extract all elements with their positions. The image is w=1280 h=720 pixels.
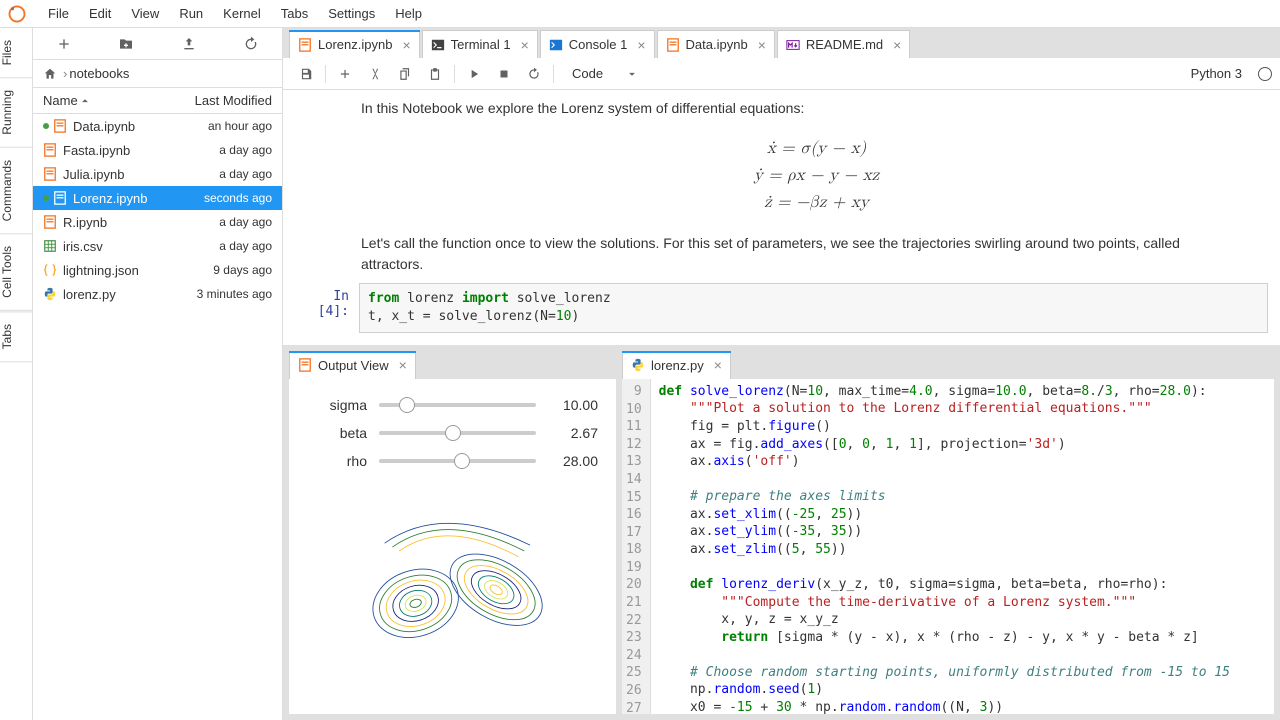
restart-icon[interactable] (527, 67, 541, 81)
output-view-panel: Output View × sigma 10.00 beta 2.67 (289, 351, 616, 714)
kernel-name[interactable]: Python 3 (1191, 66, 1242, 81)
tab-terminal-1[interactable]: Terminal 1× (422, 30, 538, 58)
slider-thumb[interactable] (399, 397, 415, 413)
slider-beta-track[interactable] (379, 431, 536, 435)
code-cell[interactable]: In [4]: from lorenz import solve_lorenzt… (295, 283, 1268, 333)
add-cell-icon[interactable] (338, 67, 352, 81)
file-list: Data.ipynban hour agoFasta.ipynba day ag… (33, 114, 282, 720)
file-row[interactable]: Lorenz.ipynbseconds ago (33, 186, 282, 210)
editor-panel: lorenz.py × 9101112131415161718192021222… (622, 351, 1274, 714)
sidebar-tab-celltools[interactable]: Cell Tools (0, 234, 32, 311)
sort-asc-icon (78, 94, 92, 108)
upload-icon[interactable] (181, 36, 197, 52)
breadcrumb[interactable]: › notebooks (33, 60, 282, 88)
tab-lorenz-ipynb[interactable]: Lorenz.ipynb× (289, 30, 420, 58)
code-input[interactable]: from lorenz import solve_lorenzt, x_t = … (359, 283, 1268, 333)
close-icon[interactable]: × (714, 357, 722, 373)
close-icon[interactable]: × (893, 37, 901, 53)
code-content[interactable]: def solve_lorenz(N=10, max_time=4.0, sig… (651, 379, 1274, 714)
file-row[interactable]: Fasta.ipynba day ago (33, 138, 282, 162)
menu-edit[interactable]: Edit (79, 0, 121, 27)
menu-bar: File Edit View Run Kernel Tabs Settings … (0, 0, 1280, 28)
tab-readme-md[interactable]: README.md× (777, 30, 910, 58)
close-icon[interactable]: × (402, 37, 410, 53)
refresh-icon[interactable] (243, 36, 259, 52)
python-icon (631, 358, 645, 372)
modified-column-header[interactable]: Last Modified (195, 93, 272, 108)
left-sidebar: Files Running Commands Cell Tools Tabs (0, 28, 33, 720)
run-icon[interactable] (467, 67, 481, 81)
file-row[interactable]: lorenz.py3 minutes ago (33, 282, 282, 306)
slider-beta: beta 2.67 (307, 425, 598, 441)
sidebar-tab-files[interactable]: Files (0, 28, 32, 78)
chevron-down-icon (625, 67, 639, 81)
breadcrumb-folder[interactable]: notebooks (69, 66, 129, 81)
notebook-toolbar: Code Python 3 (283, 58, 1280, 90)
copy-icon[interactable] (398, 67, 412, 81)
tab-lorenz-py[interactable]: lorenz.py × (622, 351, 731, 379)
close-icon[interactable]: × (399, 357, 407, 373)
name-column-header[interactable]: Name (43, 93, 92, 108)
slider-thumb[interactable] (454, 453, 470, 469)
slider-sigma-track[interactable] (379, 403, 536, 407)
close-icon[interactable]: × (637, 37, 645, 53)
menu-tabs[interactable]: Tabs (271, 0, 318, 27)
line-gutter: 910111213141516171819202122232425262728 (622, 379, 651, 714)
notebook-body: In this Notebook we explore the Lorenz s… (283, 90, 1280, 345)
menu-kernel[interactable]: Kernel (213, 0, 271, 27)
file-list-header: Name Last Modified (33, 88, 282, 114)
slider-sigma: sigma 10.00 (307, 397, 598, 413)
file-browser-toolbar (33, 28, 282, 60)
jupyter-logo-icon (8, 5, 26, 23)
close-icon[interactable]: × (521, 37, 529, 53)
menu-help[interactable]: Help (385, 0, 432, 27)
main-tabs: Lorenz.ipynb×Terminal 1×Console 1×Data.i… (283, 28, 1280, 58)
file-row[interactable]: Data.ipynban hour ago (33, 114, 282, 138)
close-icon[interactable]: × (758, 37, 766, 53)
slider-thumb[interactable] (445, 425, 461, 441)
file-row[interactable]: R.ipynba day ago (33, 210, 282, 234)
markdown-cell[interactable]: In this Notebook we explore the Lorenz s… (291, 98, 1272, 275)
sidebar-tab-running[interactable]: Running (0, 78, 32, 148)
sidebar-tab-tabs[interactable]: Tabs (0, 311, 32, 362)
cell-type-select[interactable]: Code (564, 64, 647, 83)
sidebar-tab-commands[interactable]: Commands (0, 148, 32, 234)
cut-icon[interactable] (368, 67, 382, 81)
lorenz-attractor-plot (307, 485, 598, 679)
paste-icon[interactable] (428, 67, 442, 81)
home-icon[interactable] (43, 67, 57, 81)
new-folder-icon[interactable] (118, 36, 134, 52)
equations: ẋ = σ(y − x) ẏ = ρx − y − xz ż = −βz + x… (361, 135, 1272, 217)
menu-file[interactable]: File (38, 0, 79, 27)
code-editor[interactable]: 910111213141516171819202122232425262728 … (622, 379, 1274, 714)
menu-view[interactable]: View (121, 0, 169, 27)
file-browser: › notebooks Name Last Modified Data.ipyn… (33, 28, 283, 720)
notebook-icon (298, 358, 312, 372)
slider-rho-track[interactable] (379, 459, 536, 463)
file-row[interactable]: Julia.ipynba day ago (33, 162, 282, 186)
tab-data-ipynb[interactable]: Data.ipynb× (657, 30, 775, 58)
stop-icon[interactable] (497, 67, 511, 81)
menu-run[interactable]: Run (169, 0, 213, 27)
file-row[interactable]: iris.csva day ago (33, 234, 282, 258)
kernel-status-icon[interactable] (1258, 67, 1272, 81)
new-launcher-icon[interactable] (56, 36, 72, 52)
save-icon[interactable] (299, 67, 313, 81)
file-row[interactable]: lightning.json9 days ago (33, 258, 282, 282)
tab-console-1[interactable]: Console 1× (540, 30, 655, 58)
slider-rho: rho 28.00 (307, 453, 598, 469)
tab-output-view[interactable]: Output View × (289, 351, 416, 379)
menu-settings[interactable]: Settings (318, 0, 385, 27)
cell-prompt: In [4]: (295, 283, 359, 333)
